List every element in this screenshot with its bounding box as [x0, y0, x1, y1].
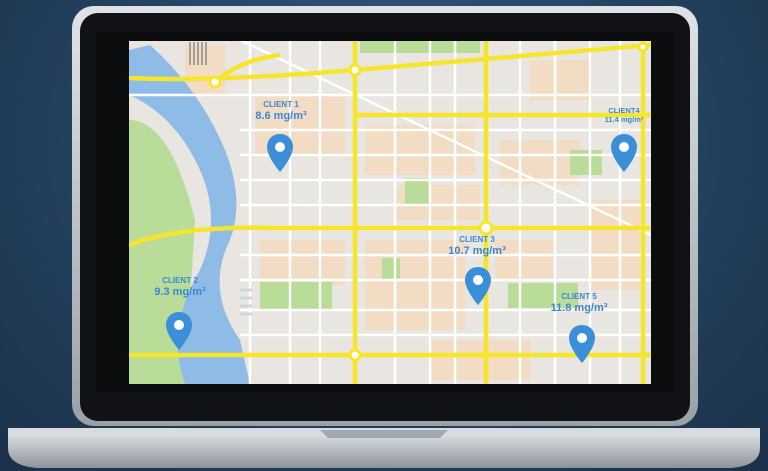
map-pin-icon[interactable]: [165, 311, 193, 351]
client-4-name: CLIENT4: [608, 106, 640, 115]
client-3-value: 10.7 mg/m³: [448, 245, 506, 257]
client-5-name: CLIENT 5: [561, 292, 597, 301]
map-pin-icon[interactable]: [464, 266, 492, 306]
client-4-label: CLIENT4 11.4 mg/m³: [605, 106, 644, 125]
map-pin-icon[interactable]: [568, 324, 596, 364]
client-2-label: CLIENT 2 9.3 mg/m³: [154, 276, 205, 300]
map-pin-icon[interactable]: [610, 133, 638, 173]
client-3-label: CLIENT 3 10.7 mg/m³: [448, 235, 505, 259]
client-1-label: CLIENT 1 8.6 mg/m³: [255, 100, 306, 124]
laptop-scene: [8, 6, 760, 468]
client-1-name: CLIENT 1: [263, 100, 299, 109]
map-pin-icon[interactable]: [266, 133, 294, 173]
client-1-value: 8.6 mg/m³: [255, 110, 307, 122]
client-5-label: CLIENT 5 11.8 mg/m³: [551, 292, 608, 316]
touchpad-notch: [320, 430, 448, 438]
client-5-value: 11.8 mg/m³: [550, 302, 608, 314]
client-4-value: 11.4 mg/m³: [604, 115, 644, 125]
client-2-value: 9.3 mg/m³: [154, 286, 206, 298]
client-2-name: CLIENT 2: [162, 276, 198, 285]
client-3-name: CLIENT 3: [459, 235, 495, 244]
